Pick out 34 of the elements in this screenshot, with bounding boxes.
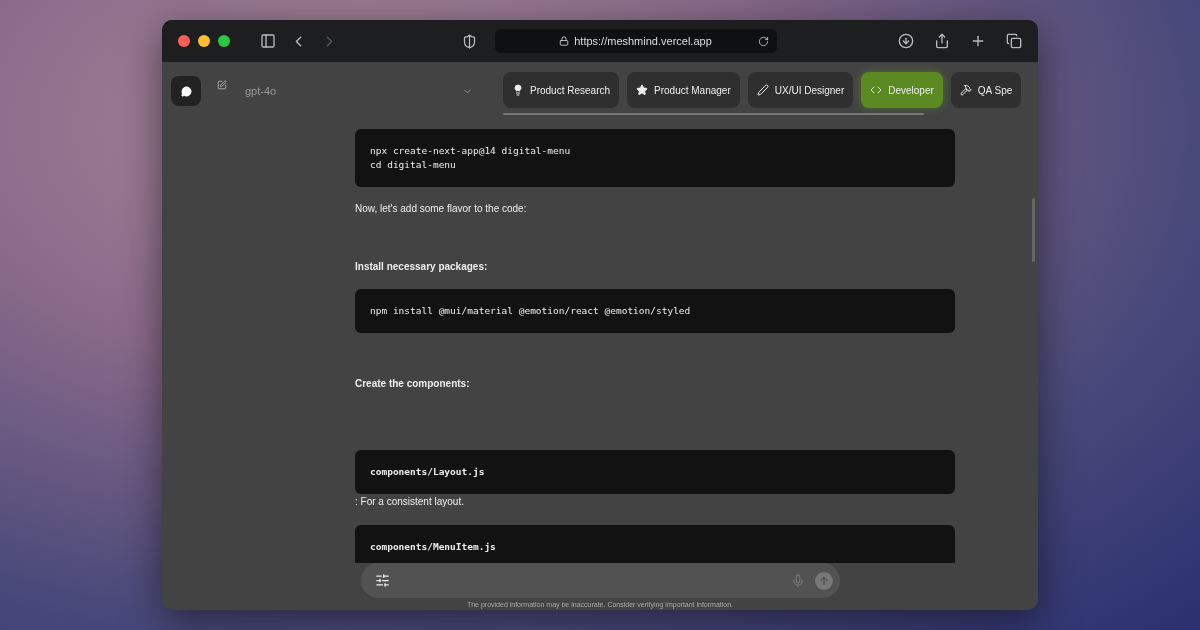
role-tab[interactable]: UX/UI Designer bbox=[747, 72, 854, 108]
download-icon[interactable] bbox=[896, 31, 916, 51]
message-text: : For a consistent layout. bbox=[355, 495, 465, 509]
lightbulb-icon bbox=[512, 84, 524, 96]
sidebar-icon[interactable] bbox=[258, 31, 278, 51]
lock-icon bbox=[559, 36, 570, 46]
chat-button[interactable] bbox=[171, 76, 201, 106]
role-tab[interactable]: Product Research bbox=[503, 72, 620, 108]
message-text: Now, let's add some flavor to the code: bbox=[355, 202, 528, 216]
reload-icon[interactable] bbox=[757, 35, 769, 47]
message-heading: Install necessary packages: bbox=[355, 260, 489, 274]
role-tab[interactable]: Developer bbox=[861, 72, 943, 108]
address-bar[interactable]: https://meshmind.vercel.app bbox=[494, 29, 777, 53]
role-tab[interactable]: Product Manager bbox=[627, 72, 740, 108]
code-block: components/MenuItem.js bbox=[355, 525, 955, 563]
message-heading: Create the components: bbox=[355, 377, 471, 391]
model-select[interactable]: gpt-4o bbox=[245, 85, 473, 97]
pen-icon bbox=[756, 84, 769, 96]
minimize-icon[interactable] bbox=[198, 35, 210, 47]
arrow-up-icon bbox=[817, 574, 830, 587]
star-icon bbox=[636, 84, 649, 96]
new-chat-icon[interactable] bbox=[217, 80, 227, 90]
hammer-icon bbox=[959, 84, 972, 96]
code-block: npx create-next-app@14 digital-menu cd digital-menu bbox=[355, 129, 955, 187]
code-block: npm install @mui/material @emotion/react @emotion/styled bbox=[355, 289, 955, 333]
chat-bubble-icon bbox=[180, 85, 192, 97]
tabs-icon[interactable] bbox=[1004, 31, 1024, 51]
close-icon[interactable] bbox=[178, 35, 190, 47]
settings-icon[interactable] bbox=[374, 573, 390, 588]
code-block: components/Layout.js bbox=[355, 450, 955, 494]
code-icon bbox=[870, 84, 883, 96]
zoom-icon[interactable] bbox=[218, 35, 230, 47]
chat-input[interactable] bbox=[360, 563, 840, 598]
role-tab[interactable]: QA Spe bbox=[950, 72, 1022, 108]
